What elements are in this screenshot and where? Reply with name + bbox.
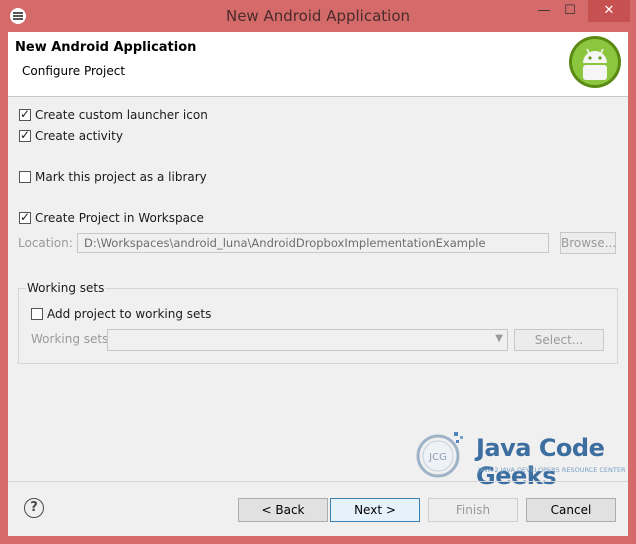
dialog-body: New Android Application Configure Projec… bbox=[8, 32, 628, 536]
activity-option[interactable]: Create activity bbox=[19, 128, 123, 143]
activity-checkbox[interactable] bbox=[19, 128, 31, 142]
launcher-icon-option[interactable]: Create custom launcher icon bbox=[19, 107, 208, 122]
browse-button[interactable]: Browse... bbox=[560, 232, 616, 254]
banner-title: New Android Application bbox=[15, 40, 197, 55]
cancel-button[interactable]: Cancel bbox=[526, 498, 616, 522]
add-working-sets-checkbox[interactable] bbox=[31, 308, 43, 320]
minimize-button[interactable]: — bbox=[532, 0, 556, 22]
library-label: Mark this project as a library bbox=[35, 170, 207, 184]
back-button[interactable]: < Back bbox=[238, 498, 328, 522]
activity-label: Create activity bbox=[35, 129, 123, 143]
select-button[interactable]: Select... bbox=[514, 329, 604, 351]
workspace-checkbox[interactable] bbox=[19, 210, 31, 224]
watermark-tagline: JAVA 2 JAVA DEVELOPERS RESOURCE CENTER bbox=[478, 466, 626, 474]
add-working-sets-option[interactable]: Add project to working sets bbox=[31, 307, 211, 321]
title-bar: New Android Application — ☐ ✕ bbox=[0, 0, 636, 32]
working-sets-group bbox=[18, 288, 618, 364]
banner-subtitle: Configure Project bbox=[22, 64, 126, 78]
working-sets-label: Working sets: bbox=[31, 332, 113, 346]
watermark-logo: JCG Java Code Geeks JAVA 2 JAVA DEVELOPE… bbox=[410, 426, 630, 490]
library-option[interactable]: Mark this project as a library bbox=[19, 170, 207, 184]
workspace-option[interactable]: Create Project in Workspace bbox=[19, 210, 204, 225]
android-logo-icon bbox=[569, 36, 621, 88]
help-icon[interactable]: ? bbox=[24, 498, 44, 518]
maximize-button[interactable]: ☐ bbox=[558, 0, 582, 22]
working-sets-combo[interactable]: ▼ bbox=[107, 329, 508, 351]
location-label: Location: bbox=[18, 236, 73, 250]
chevron-down-icon: ▼ bbox=[495, 333, 503, 344]
jcg-badge-icon: JCG bbox=[416, 432, 463, 478]
jcg-badge-text: JCG bbox=[428, 452, 447, 463]
launcher-icon-label: Create custom launcher icon bbox=[35, 108, 208, 122]
wizard-banner: New Android Application Configure Projec… bbox=[8, 32, 628, 97]
workspace-label: Create Project in Workspace bbox=[35, 211, 204, 225]
working-sets-title: Working sets bbox=[26, 281, 106, 295]
close-button[interactable]: ✕ bbox=[588, 0, 630, 22]
location-input[interactable]: D:\Workspaces\android_luna\AndroidDropbo… bbox=[77, 233, 549, 253]
footer-separator bbox=[8, 481, 628, 482]
launcher-icon-checkbox[interactable] bbox=[19, 107, 31, 121]
library-checkbox[interactable] bbox=[19, 171, 31, 183]
add-working-sets-label: Add project to working sets bbox=[47, 307, 212, 321]
next-button[interactable]: Next > bbox=[330, 498, 420, 522]
window: New Android Application — ☐ ✕ New Androi… bbox=[0, 0, 636, 544]
finish-button[interactable]: Finish bbox=[428, 498, 518, 522]
